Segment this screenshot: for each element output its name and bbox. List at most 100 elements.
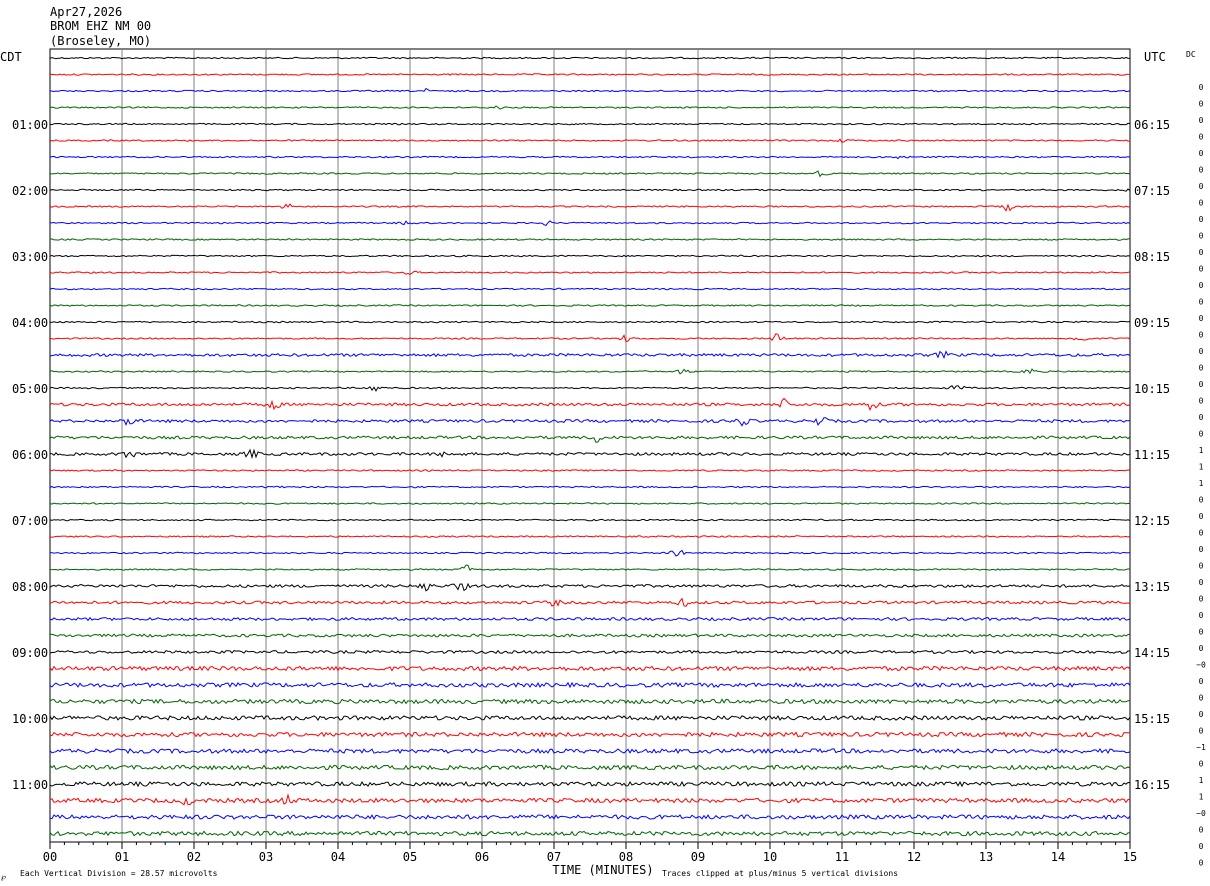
dc-offset-0: 0 xyxy=(1199,83,1204,92)
trace-42 xyxy=(49,747,1131,755)
plot-grid xyxy=(49,48,1131,849)
utc-hour-label-16:15: 16:15 xyxy=(1134,778,1170,792)
footer-clip-note: Traces clipped at plus/minus 5 vertical … xyxy=(662,869,898,878)
x-tick-label-08: 08 xyxy=(619,850,633,864)
trace-4 xyxy=(49,122,1131,126)
trace-29 xyxy=(49,535,1131,538)
dc-offset-3: 0 xyxy=(1199,133,1204,142)
cdt-hour-label-07:00: 07:00 xyxy=(12,514,48,528)
trace-6 xyxy=(49,155,1131,160)
dc-offset-39: 0 xyxy=(1199,727,1204,736)
trace-20 xyxy=(49,385,1131,392)
dc-offset-43: 1 xyxy=(1199,793,1204,802)
dc-offset-24: 1 xyxy=(1199,479,1204,488)
x-tick-label-10: 10 xyxy=(763,850,777,864)
cdt-hour-label-03:00: 03:00 xyxy=(12,250,48,264)
dc-offset-45: 0 xyxy=(1199,826,1204,835)
trace-3 xyxy=(49,105,1131,110)
cdt-hour-label-05:00: 05:00 xyxy=(12,382,48,396)
right-axis-label: UTC xyxy=(1144,50,1166,64)
dc-offset-47: 0 xyxy=(1199,859,1204,868)
x-tick-label-06: 06 xyxy=(475,850,489,864)
utc-hour-label-07:15: 07:15 xyxy=(1134,184,1170,198)
dc-offset-13: 0 xyxy=(1199,298,1204,307)
x-tick-label-01: 01 xyxy=(115,850,129,864)
header-date: Apr27,2026 xyxy=(50,5,122,19)
utc-hour-label-06:15: 06:15 xyxy=(1134,118,1170,132)
seismic-traces xyxy=(49,56,1131,837)
dc-offset-42: 1 xyxy=(1199,776,1204,785)
trace-2 xyxy=(49,87,1131,93)
x-tick-label-04: 04 xyxy=(331,850,345,864)
dc-offset-9: 0 xyxy=(1199,232,1204,241)
trace-7 xyxy=(49,170,1131,178)
trace-11 xyxy=(49,238,1131,241)
trace-31 xyxy=(49,564,1131,571)
cdt-hour-label-04:00: 04:00 xyxy=(12,316,48,330)
trace-28 xyxy=(49,518,1131,522)
trace-15 xyxy=(49,304,1131,307)
trace-36 xyxy=(49,649,1131,655)
dc-offset-1: 0 xyxy=(1199,100,1204,109)
trace-14 xyxy=(49,287,1130,291)
x-axis-title: TIME (MINUTES) xyxy=(552,863,653,877)
trace-32 xyxy=(49,582,1131,592)
trace-39 xyxy=(49,698,1131,705)
trace-38 xyxy=(49,681,1131,689)
x-tick-label-05: 05 xyxy=(403,850,417,864)
dc-offset-23: 1 xyxy=(1199,463,1204,472)
trace-33 xyxy=(49,597,1131,607)
utc-hour-label-13:15: 13:15 xyxy=(1134,580,1170,594)
x-tick-label-14: 14 xyxy=(1051,850,1065,864)
dc-offset-6: 0 xyxy=(1199,182,1204,191)
utc-hour-label-09:15: 09:15 xyxy=(1134,316,1170,330)
trace-25 xyxy=(49,469,1131,472)
x-tick-label-15: 15 xyxy=(1123,850,1137,864)
cdt-hour-label-10:00: 10:00 xyxy=(12,712,48,726)
dc-offset-21: 0 xyxy=(1199,430,1204,439)
cdt-hour-label-11:00: 11:00 xyxy=(12,778,48,792)
dc-offset-41: 0 xyxy=(1199,760,1204,769)
dc-offset-15: 0 xyxy=(1199,331,1204,340)
left-axis-label: CDT xyxy=(0,50,22,64)
dc-offset-2: 0 xyxy=(1199,116,1204,125)
x-tick-label-00: 00 xyxy=(43,850,57,864)
corner-mark: ℘ xyxy=(1,873,6,881)
dc-offset-26: 0 xyxy=(1199,512,1204,521)
trace-47 xyxy=(49,830,1131,837)
utc-hour-label-10:15: 10:15 xyxy=(1134,382,1170,396)
dc-offset-25: 0 xyxy=(1199,496,1204,505)
trace-12 xyxy=(49,254,1131,258)
trace-26 xyxy=(49,485,1131,489)
dc-offset-33: 0 xyxy=(1199,628,1204,637)
trace-43 xyxy=(49,764,1131,771)
plot-frame xyxy=(49,48,1131,843)
dc-offset-19: 0 xyxy=(1199,397,1204,406)
dc-offset-12: 0 xyxy=(1199,281,1204,290)
cdt-hour-label-09:00: 09:00 xyxy=(12,646,48,660)
chart-labels: Apr27,2026 BROM EHZ NM 00 (Broseley, MO)… xyxy=(0,5,1206,881)
trace-30 xyxy=(49,549,1131,557)
x-tick-label-11: 11 xyxy=(835,850,849,864)
dc-offset-38: 0 xyxy=(1199,710,1204,719)
trace-10 xyxy=(49,220,1131,226)
dc-offset-32: 0 xyxy=(1199,611,1204,620)
dc-offset-46: 0 xyxy=(1199,842,1204,851)
dc-offset-28: 0 xyxy=(1199,545,1204,554)
header-station: BROM EHZ NM 00 xyxy=(50,19,151,33)
dc-offset-29: 0 xyxy=(1199,562,1204,571)
dc-offset-36: 0 xyxy=(1199,677,1204,686)
trace-40 xyxy=(49,715,1131,722)
footer-scale-note: Each Vertical Division = 28.57 microvolt… xyxy=(20,869,218,878)
dc-offset-27: 0 xyxy=(1199,529,1204,538)
dc-offset-7: 0 xyxy=(1199,199,1204,208)
trace-21 xyxy=(49,397,1131,412)
cdt-hour-label-01:00: 01:00 xyxy=(12,118,48,132)
cdt-hour-label-06:00: 06:00 xyxy=(12,448,48,462)
dc-offset-30: 0 xyxy=(1199,578,1204,587)
dc-offset-16: 0 xyxy=(1199,347,1204,356)
dc-offset-17: 0 xyxy=(1199,364,1204,373)
dc-offset-44: −0 xyxy=(1196,809,1206,818)
x-tick-label-02: 02 xyxy=(187,850,201,864)
trace-17 xyxy=(49,332,1131,343)
